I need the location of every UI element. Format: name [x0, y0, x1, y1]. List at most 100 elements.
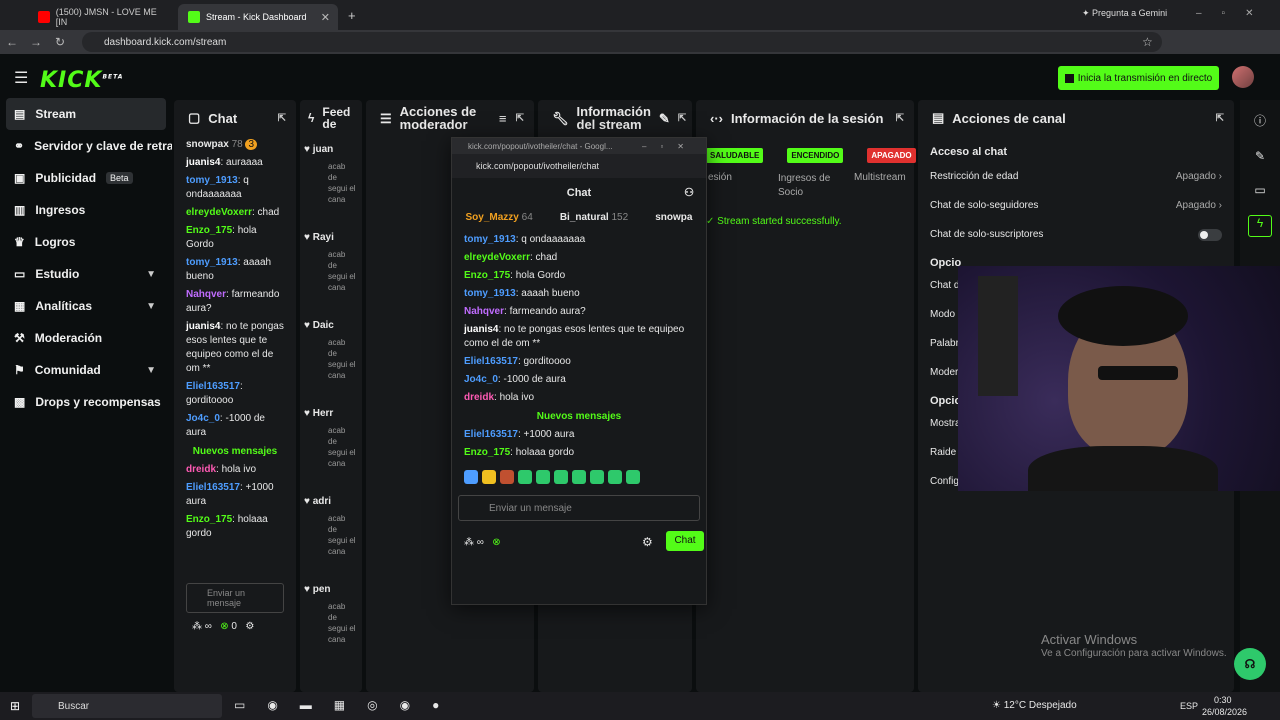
expand-icon[interactable]: ⇱	[1216, 113, 1224, 124]
browser-tab-youtube[interactable]: (1500) JMSN - LOVE ME [IN	[28, 4, 178, 30]
window-controls[interactable]: –▫✕	[642, 142, 698, 151]
chat-message: elreydeVoxerr: chad	[464, 252, 558, 263]
pencil-icon[interactable]: ✎	[1240, 149, 1280, 163]
back-icon[interactable]: ←	[0, 35, 24, 49]
chat-username[interactable]: Eliel163517	[464, 429, 518, 440]
weather[interactable]: ☀ 12°C Despejado	[992, 700, 1077, 711]
sidebar-item-drops[interactable]: ▩ Drops y recompensas	[0, 386, 172, 418]
sidebar: ▤Stream ⚭Servidor y clave de retransmisi…	[0, 98, 172, 692]
chat-username[interactable]: Jo4c_0	[186, 413, 220, 424]
chat-icon: ▢	[188, 110, 201, 125]
clock-time[interactable]: 0:30	[1214, 695, 1232, 705]
sidebar-item-moderation[interactable]: ⚒ Moderación	[0, 322, 172, 354]
gemini-button[interactable]: ✦ Pregunta a Gemini	[1082, 8, 1167, 19]
session-info-panel: ‹·› Información de la sesión ⇱ SALUDABLE E…	[696, 100, 916, 692]
users-icon[interactable]: ⚇	[684, 178, 694, 208]
chat-username[interactable]: Eliel163517	[186, 381, 240, 392]
go-live-button[interactable]: Inicia la transmisión en directo	[1058, 66, 1219, 90]
chat-username[interactable]: Nahqver	[186, 289, 226, 300]
send-chat-button[interactable]: Chat	[666, 531, 704, 551]
channel-icon: ▤	[932, 110, 945, 125]
expand-icon[interactable]: ⇱	[516, 112, 524, 125]
chat-username[interactable]: tomy_1913	[464, 288, 516, 299]
feed-item[interactable]: ♥ Herr acab de segui el cana	[300, 400, 362, 488]
sidebar-item-analytics[interactable]: ▦ Analíticas ▼	[0, 290, 172, 322]
expand-icon[interactable]: ⇱	[278, 113, 286, 124]
chat-username[interactable]: tomy_1913	[464, 234, 516, 245]
expand-icon[interactable]: ⇱	[678, 112, 686, 125]
chat-message: tomy_1913: q ondaaaaaaa	[186, 175, 249, 200]
feed-item[interactable]: ♥ Daic acab de segui el cana	[300, 312, 362, 400]
menu-icon[interactable]: ☰	[14, 68, 28, 88]
chat-username[interactable]: Enzo_175	[464, 270, 510, 281]
chat-username[interactable]: juanis4	[186, 157, 220, 168]
sidebar-item-achievements[interactable]: ♛ Logros	[0, 226, 172, 258]
health-badge: SALUDABLE	[706, 148, 764, 163]
new-tab-button[interactable]: +	[348, 8, 356, 23]
chat-username[interactable]: tomy_1913	[186, 257, 238, 268]
chat-username[interactable]: Eliel163517	[464, 356, 518, 367]
chat-username[interactable]: juanis4	[464, 324, 498, 335]
feed-item[interactable]: ♥ Rayi acab de segui el cana	[300, 224, 362, 312]
chat-username[interactable]: Enzo_175	[464, 447, 510, 458]
filter-icon[interactable]: ≡	[499, 112, 507, 125]
sidebar-item-stream[interactable]: ▤ Stream	[6, 98, 166, 130]
chat-username[interactable]: Jo4c_0	[464, 374, 498, 385]
expand-icon[interactable]: ⇱	[896, 113, 904, 124]
language-indicator[interactable]: ESP	[1180, 701, 1198, 711]
gear-icon[interactable]: ⚙	[245, 621, 254, 632]
star-icon[interactable]: ☆	[1142, 35, 1153, 49]
sidebar-item-studio[interactable]: ▭ Estudio ▼	[0, 258, 172, 290]
chat-username[interactable]: dreidk	[464, 392, 494, 403]
chat-input[interactable]: Enviar un mensaje	[186, 583, 284, 613]
bolt-icon[interactable]: ϟ	[1248, 215, 1272, 237]
chat-message: Eliel163517: +1000 aura	[464, 429, 575, 440]
chat-message: tomy_1913: aaaah bueno	[464, 288, 580, 299]
sidebar-item-community[interactable]: ⚑ Comunidad ▼	[0, 354, 172, 386]
browser-tabbar: (1500) JMSN - LOVE ME [IN Stream - Kick …	[0, 0, 1280, 30]
taskbar-apps[interactable]: ▭◉▬▦◎◉●	[234, 698, 461, 712]
forward-icon[interactable]: →	[24, 35, 48, 49]
age-restriction-row[interactable]: Restricción de edad Apagado ›	[918, 162, 1234, 191]
reload-icon[interactable]: ↻	[48, 35, 72, 49]
gear-icon[interactable]: ⚙	[642, 535, 653, 549]
chat-username[interactable]: elreydeVoxerr	[186, 207, 252, 218]
sidebar-item-income[interactable]: ▥ Ingresos	[0, 194, 172, 226]
popup-chat-input[interactable]: Enviar un mensaje	[458, 495, 700, 521]
chat-username[interactable]: juanis4	[186, 321, 220, 332]
avatar[interactable]	[1232, 66, 1254, 88]
subscribers-only-row[interactable]: Chat de solo-suscriptores	[918, 220, 1234, 249]
chat-username[interactable]: Nahqver	[464, 306, 504, 317]
browser-tab-kick[interactable]: Stream - Kick Dashboard ✕	[178, 4, 338, 30]
chat-username[interactable]: Enzo_175	[186, 225, 232, 236]
feed-item[interactable]: ♥ adri acab de segui el cana	[300, 488, 362, 576]
chat-message: Enzo_175: holaaa gordo	[186, 514, 268, 539]
feed-item[interactable]: ♥ pen acab de segui el cana	[300, 576, 362, 664]
chat-username[interactable]: tomy_1913	[186, 175, 238, 186]
chat-username[interactable]: dreidk	[186, 464, 216, 475]
chat-username[interactable]: Enzo_175	[186, 514, 232, 525]
clock-date[interactable]: 26/08/2026	[1202, 707, 1247, 717]
info-icon: ‹·›	[710, 110, 723, 126]
support-button[interactable]: ☊	[1234, 648, 1266, 680]
info-icon[interactable]: ⓘ	[1240, 112, 1280, 129]
feed-sub: acab de segui el cana	[328, 162, 356, 204]
sidebar-item-ads[interactable]: ▣ Publicidad Beta	[0, 162, 172, 194]
chat-username[interactable]: elreydeVoxerr	[464, 252, 530, 263]
status-message: ✓ Stream started successfully.	[706, 216, 842, 227]
pencil-icon[interactable]: ✎	[659, 112, 670, 125]
emote-bar	[452, 462, 706, 487]
kick-logo[interactable]: KICKBETA	[40, 68, 123, 93]
taskbar-search[interactable]: Buscar	[32, 694, 222, 718]
windows-icon[interactable]: ⊞	[10, 699, 20, 713]
window-controls[interactable]: –▫✕	[1196, 8, 1274, 19]
chat-username[interactable]: Eliel163517	[186, 482, 240, 493]
followers-only-row[interactable]: Chat de solo-seguidores Apagado ›	[918, 191, 1234, 220]
sidebar-item-server[interactable]: ⚭Servidor y clave de retransmisión	[0, 130, 172, 162]
subscribers-only-toggle[interactable]	[1198, 228, 1222, 241]
close-icon[interactable]: ✕	[321, 11, 330, 24]
url-input[interactable]: dashboard.kick.com/stream	[82, 32, 1162, 52]
card-icon[interactable]: ▭	[1240, 183, 1280, 197]
feed-item[interactable]: ♥ juan acab de segui el cana	[300, 136, 362, 224]
gemini-label: Pregunta a Gemini	[1092, 8, 1168, 18]
